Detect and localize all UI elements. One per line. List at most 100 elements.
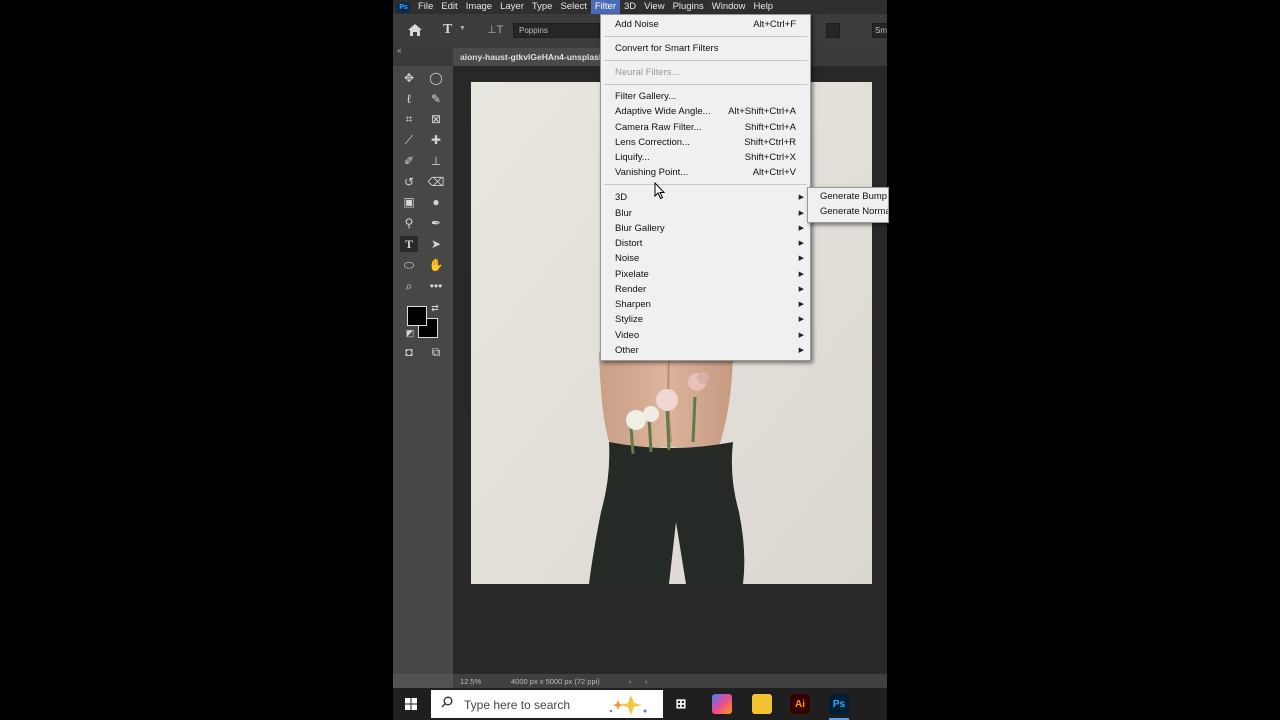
document-info: 4000 px x 5000 px (72 ppi)	[511, 677, 600, 686]
menu-item-blur-gallery[interactable]: Blur Gallery	[615, 221, 665, 236]
collapse-panel-icon[interactable]: «	[397, 46, 401, 55]
anti-alias-dropdown[interactable]: Sm	[872, 23, 887, 38]
pen-tool-icon[interactable]: ✒	[427, 215, 445, 231]
menu-item-filter-gallery[interactable]: Filter Gallery...	[615, 89, 676, 104]
task-view-icon[interactable]: ⊞	[671, 694, 691, 714]
marquee-tool-icon[interactable]: ◯	[427, 70, 445, 86]
filter-menu-dropdown: Add Noise Alt+Ctrl+F Convert for Smart F…	[600, 14, 811, 361]
menu-item-add-noise[interactable]: Add Noise	[615, 17, 659, 32]
font-style-dropdown[interactable]	[826, 23, 840, 38]
menu-item-generate-normal-map[interactable]: Generate Normal Map...	[820, 204, 888, 219]
menu-item-pixelate[interactable]: Pixelate	[615, 267, 649, 282]
history-brush-tool-icon[interactable]: ↺	[400, 174, 418, 190]
shortcut-add-noise: Alt+Ctrl+F	[753, 19, 796, 30]
submenu-arrow-icon: ▶	[798, 225, 804, 232]
more-tools-icon[interactable]: •••	[427, 278, 445, 294]
menu-separator	[604, 184, 807, 185]
swap-colors-icon[interactable]: ⇄	[426, 300, 444, 316]
menu-item-liquify[interactable]: Liquify...	[615, 150, 650, 165]
menu-item-generate-bump-map[interactable]: Generate Bump Map...	[820, 189, 888, 204]
submenu-arrow-icon: ▶	[798, 286, 804, 293]
home-icon[interactable]	[407, 23, 423, 37]
hand-tool-icon[interactable]: ✋	[427, 257, 445, 273]
menu-item-neural-filters: Neural Filters...	[615, 67, 680, 78]
submenu-arrow-icon: ▶	[798, 316, 804, 323]
zoom-level[interactable]: 12.5%	[460, 677, 481, 686]
foreground-color-swatch[interactable]	[407, 306, 427, 326]
zoom-tool-icon[interactable]: ⌕	[400, 278, 418, 294]
quick-selection-tool-icon[interactable]: ✎	[427, 91, 445, 107]
file-explorer-icon[interactable]	[752, 694, 772, 714]
lasso-tool-icon[interactable]: ℓ	[400, 91, 418, 107]
menu-item-adaptive-wide-angle[interactable]: Adaptive Wide Angle...	[615, 104, 711, 119]
status-arrow-icon[interactable]: ›	[629, 677, 632, 686]
eraser-tool-icon[interactable]: ⌫	[427, 174, 445, 190]
illustrator-icon[interactable]: Ai	[790, 694, 810, 714]
menu-type[interactable]: Type	[528, 0, 557, 14]
document-tab[interactable]: aiony-haust-gtkvlGeHAn4-unsplash	[453, 48, 610, 66]
tools-panel: ✥ ◯ ℓ ✎ ⌗ ⊠ ⟋ ✚ ✐ ⊥ ↺ ⌫ ▣ ● ⚲ ✒ T ➤ ⬭ ✋ …	[393, 66, 453, 674]
shortcut-vanishing-point: Alt+Ctrl+V	[752, 167, 796, 178]
menu-select[interactable]: Select	[556, 0, 590, 14]
clone-stamp-tool-icon[interactable]: ⊥	[427, 153, 445, 169]
menu-plugins[interactable]: Plugins	[669, 0, 708, 14]
menu-item-noise[interactable]: Noise	[615, 251, 639, 266]
type-tool-icon[interactable]: T	[400, 236, 418, 252]
menu-view[interactable]: View	[640, 0, 668, 14]
menu-item-sharpen[interactable]: Sharpen	[615, 297, 651, 312]
ellipse-tool-icon[interactable]: ⬭	[400, 257, 418, 273]
menu-item-other[interactable]: Other	[615, 343, 639, 358]
default-colors-icon[interactable]: ◩	[401, 325, 419, 341]
search-highlight-icon	[609, 695, 647, 715]
menu-separator	[604, 60, 807, 61]
menu-image[interactable]: Image	[462, 0, 496, 14]
submenu-arrow-icon: ▶	[798, 347, 804, 354]
windows-taskbar: Type here to search ⊞ Ai Ps	[393, 688, 887, 720]
menu-separator	[604, 84, 807, 85]
menu-item-distort[interactable]: Distort	[615, 236, 642, 251]
menu-item-stylize[interactable]: Stylize	[615, 312, 643, 327]
taskbar-search-box[interactable]: Type here to search	[431, 690, 663, 718]
text-orientation-icon[interactable]: ⊥T	[487, 23, 503, 36]
screen-mode-icon[interactable]: ⧉	[427, 344, 445, 360]
menu-file[interactable]: File	[414, 0, 437, 14]
font-family-field[interactable]: Poppins	[513, 23, 600, 38]
mouse-cursor-icon	[654, 182, 666, 200]
submenu-arrow-icon: ▶	[798, 255, 804, 262]
brush-tool-icon[interactable]: ✐	[400, 153, 418, 169]
move-tool-icon[interactable]: ✥	[400, 70, 418, 86]
menu-item-camera-raw-filter[interactable]: Camera Raw Filter...	[615, 120, 702, 135]
crop-tool-icon[interactable]: ⌗	[400, 111, 418, 127]
shortcut-adaptive-wide-angle: Alt+Shift+Ctrl+A	[728, 106, 796, 117]
menu-item-render[interactable]: Render	[615, 282, 646, 297]
menu-edit[interactable]: Edit	[437, 0, 461, 14]
gradient-tool-icon[interactable]: ▣	[400, 194, 418, 210]
menu-help[interactable]: Help	[750, 0, 778, 14]
menu-item-vanishing-point[interactable]: Vanishing Point...	[615, 165, 688, 180]
frame-tool-icon[interactable]: ⊠	[427, 111, 445, 127]
menu-item-convert-smart-filters[interactable]: Convert for Smart Filters	[615, 41, 718, 56]
eyedropper-tool-icon[interactable]: ⟋	[400, 132, 418, 148]
healing-brush-tool-icon[interactable]: ✚	[427, 132, 445, 148]
menu-layer[interactable]: Layer	[496, 0, 528, 14]
menu-window[interactable]: Window	[708, 0, 750, 14]
blur-tool-icon[interactable]: ●	[427, 194, 445, 210]
photoshop-logo-icon: Ps	[397, 1, 410, 13]
quick-mask-icon[interactable]: ◘	[400, 344, 418, 360]
chevron-down-icon[interactable]: ▼	[459, 25, 466, 32]
type-tool-preset-icon[interactable]: T	[443, 22, 452, 38]
menu-filter[interactable]: Filter	[590, 0, 620, 14]
submenu-arrow-icon: ▶	[798, 271, 804, 278]
menu-item-3d[interactable]: 3D	[615, 190, 627, 205]
menu-item-blur[interactable]: Blur	[615, 206, 632, 221]
dodge-tool-icon[interactable]: ⚲	[400, 215, 418, 231]
menu-item-video[interactable]: Video	[615, 328, 639, 343]
shortcut-liquify: Shift+Ctrl+X	[744, 152, 796, 163]
photoshop-taskbar-icon[interactable]: Ps	[829, 694, 849, 714]
windows-start-icon[interactable]	[405, 698, 417, 710]
menu-item-lens-correction[interactable]: Lens Correction...	[615, 135, 690, 150]
copilot-icon[interactable]	[712, 694, 732, 714]
menu-3d[interactable]: 3D	[620, 0, 640, 14]
path-selection-tool-icon[interactable]: ➤	[427, 236, 445, 252]
scroll-left-icon[interactable]: ‹	[645, 677, 648, 686]
